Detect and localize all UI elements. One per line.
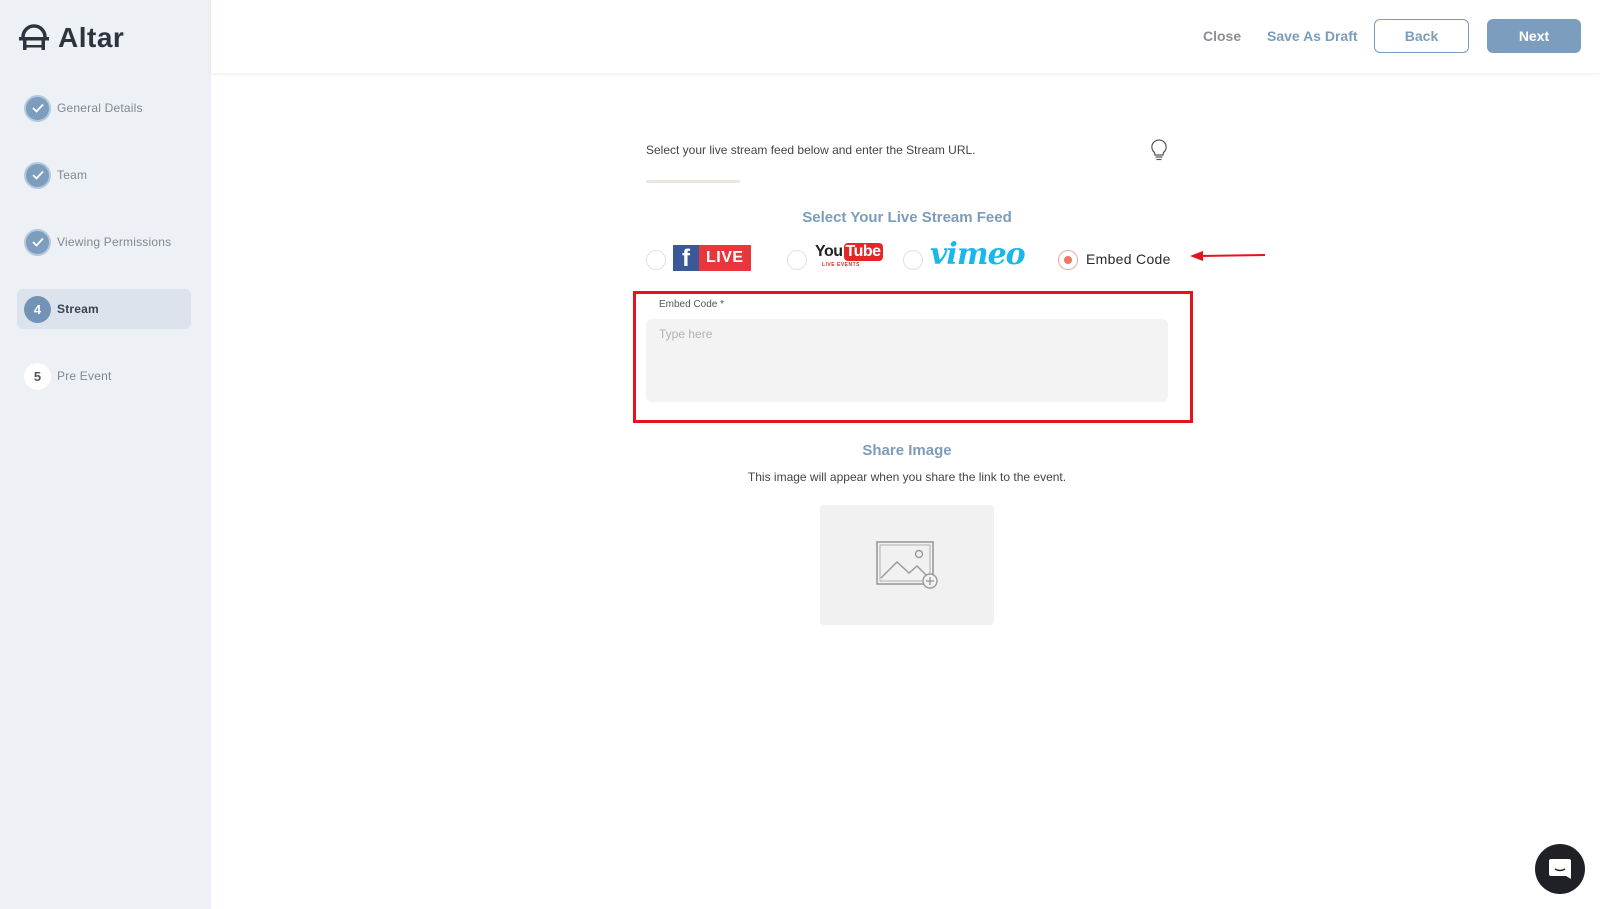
save-draft-link[interactable]: Save As Draft [1267,28,1358,44]
lightbulb-icon[interactable] [1150,138,1168,162]
step-stream[interactable]: 4 Stream [17,289,191,329]
radio-embed-code[interactable] [1058,250,1078,270]
embed-code-option-label[interactable]: Embed Code [1086,251,1171,267]
step-pre-event[interactable]: 5 Pre Event [17,356,191,396]
radio-facebook[interactable] [646,250,666,270]
youtube-live-events: LIVE EVENTS [821,262,860,268]
instruction-text: Select your live stream feed below and e… [646,143,976,157]
section-divider [646,180,740,183]
step-label: Stream [57,302,99,316]
step-team[interactable]: Team [17,155,191,195]
wizard-steps: General Details Team Viewing Permissions… [17,88,191,423]
radio-youtube[interactable] [787,250,807,270]
youtube-you: You [815,243,843,260]
share-image-upload[interactable] [820,505,994,625]
close-link[interactable]: Close [1203,28,1241,44]
app-name: Altar [58,22,125,53]
feed-options: f LIVE You Tube LIVE EVENTS vimeo Embed … [646,237,1176,277]
step-label: General Details [57,101,143,115]
step-label: Pre Event [57,369,112,383]
step-number: 4 [24,295,51,323]
facebook-live-logo[interactable]: f LIVE [673,245,751,271]
chat-launcher-button[interactable] [1535,844,1585,894]
chat-icon [1549,859,1571,879]
altar-logo-icon [19,24,49,50]
embed-code-label: Embed Code * [659,299,725,310]
step-viewing-permissions[interactable]: Viewing Permissions [17,222,191,262]
sidebar: Altar General Details Team Viewing Permi… [0,0,211,909]
app-logo[interactable]: Altar [18,22,124,54]
step-label: Viewing Permissions [57,235,172,249]
youtube-tube: Tube [843,243,883,261]
check-icon [24,94,51,122]
share-image-subtitle: This image will appear when you share th… [747,470,1067,484]
add-image-icon [876,541,938,589]
feed-section-title: Select Your Live Stream Feed [802,209,1012,226]
check-icon [24,228,51,256]
step-general-details[interactable]: General Details [17,88,191,128]
back-button[interactable]: Back [1374,19,1469,53]
step-number: 5 [24,362,51,390]
red-arrow-annotation [1190,251,1266,261]
check-icon [24,161,51,189]
embed-code-input[interactable] [646,319,1168,402]
facebook-f-icon: f [673,245,699,271]
radio-vimeo[interactable] [903,250,923,270]
share-image-title: Share Image [862,442,952,459]
vimeo-logo[interactable]: vimeo [930,237,1026,272]
youtube-live-logo[interactable]: You Tube LIVE EVENTS [815,243,883,273]
live-badge: LIVE [699,245,751,271]
step-label: Team [57,168,88,182]
top-bar: Close Save As Draft Back Next [211,0,1600,73]
next-button[interactable]: Next [1487,19,1581,53]
